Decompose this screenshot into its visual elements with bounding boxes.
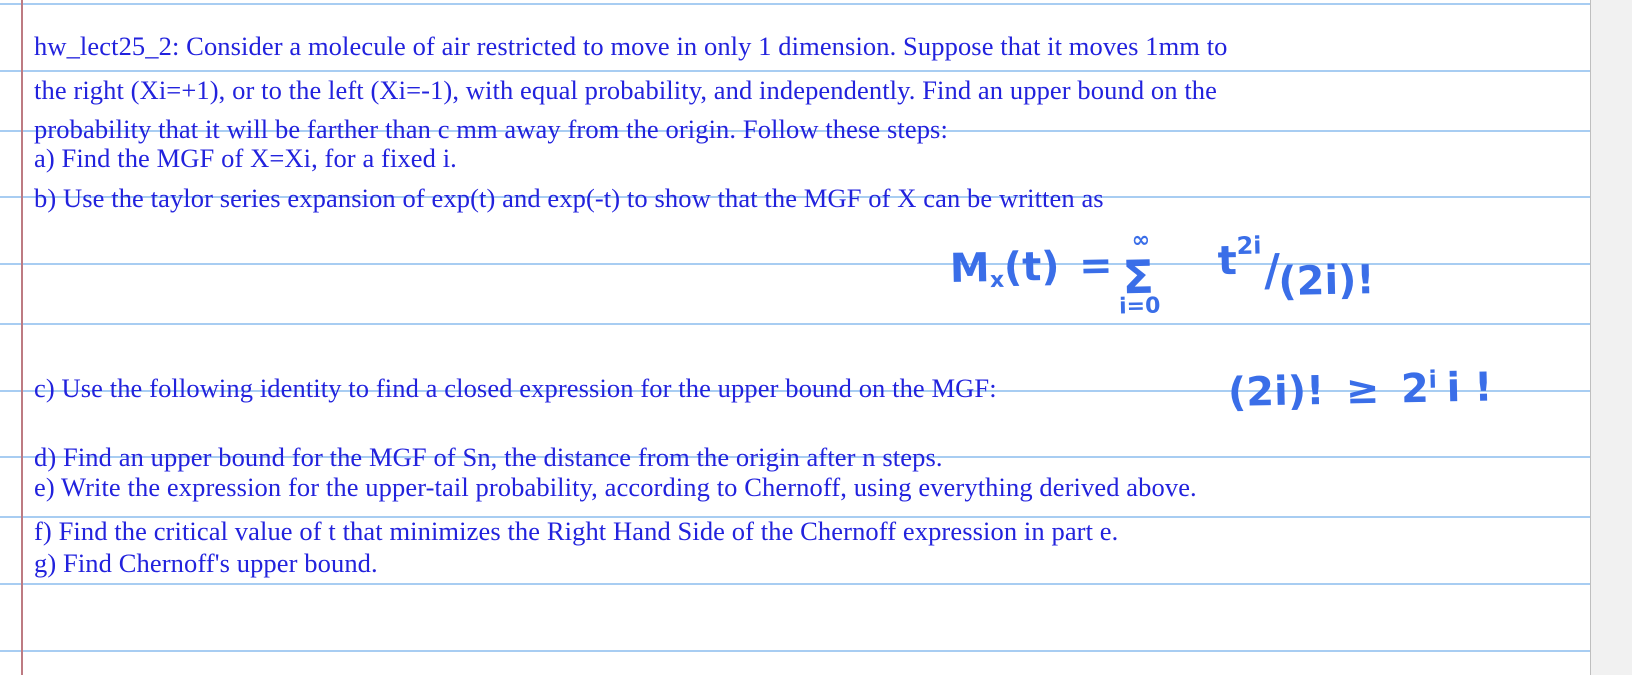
ink-subscript-x: x xyxy=(989,267,1005,294)
ink-summation: ∞ Σ i=0 xyxy=(1118,227,1185,319)
note-line-4: a) Find the MGF of X=Xi, for a fixed i. xyxy=(34,143,457,173)
handwritten-formula-mgf: Mx(t) = ∞ Σ i=0 t2i/(2i)! xyxy=(949,227,1375,319)
margin-rule xyxy=(21,0,23,675)
note-line-2: the right (Xi=+1), or to the left (Xi=-1… xyxy=(34,75,1218,105)
note-line-9: f) Find the critical value of t that min… xyxy=(34,516,1119,546)
ruled-line xyxy=(0,3,1590,5)
ink-numerator-t: t xyxy=(1217,237,1238,285)
ink-denominator: (2i)! xyxy=(1277,257,1376,306)
ink-left-factorial: (2i)! xyxy=(1227,367,1325,416)
notebook-page: hw_lect25_2: Consider a molecule of air … xyxy=(0,0,1590,675)
ink-right-tail: i ! xyxy=(1446,364,1494,412)
note-line-10: g) Find Chernoff's upper bound. xyxy=(34,548,378,578)
ink-numerator-exponent: 2i xyxy=(1236,231,1262,260)
ink-M: M xyxy=(949,245,991,292)
ink-geq-sign: ≥ xyxy=(1345,366,1380,414)
note-line-8: e) Write the expression for the upper-ta… xyxy=(34,472,1197,502)
ink-right-base: 2 xyxy=(1400,365,1430,413)
ruled-line xyxy=(0,650,1590,652)
note-line-1: hw_lect25_2: Consider a molecule of air … xyxy=(34,31,1228,61)
ink-right-exponent: i xyxy=(1428,365,1438,394)
note-line-3: probability that it will be farther than… xyxy=(34,114,948,144)
ruled-line xyxy=(0,583,1590,585)
ink-argument-t: (t) xyxy=(1003,243,1061,291)
ink-sum-lower-limit: i=0 xyxy=(1118,293,1161,319)
ruled-line xyxy=(0,323,1590,325)
ink-fraction: t2i/(2i)! xyxy=(1217,231,1375,305)
note-line-6: c) Use the following identity to find a … xyxy=(34,373,997,403)
ink-equals: = xyxy=(1078,242,1114,290)
note-line-5: b) Use the taylor series expansion of ex… xyxy=(34,183,1104,213)
ruled-line xyxy=(0,70,1590,72)
page-gutter xyxy=(1590,0,1632,675)
note-line-7: d) Find an upper bound for the MGF of Sn… xyxy=(34,442,943,472)
handwritten-formula-identity: (2i)! ≥ 2i i ! xyxy=(1228,364,1493,416)
